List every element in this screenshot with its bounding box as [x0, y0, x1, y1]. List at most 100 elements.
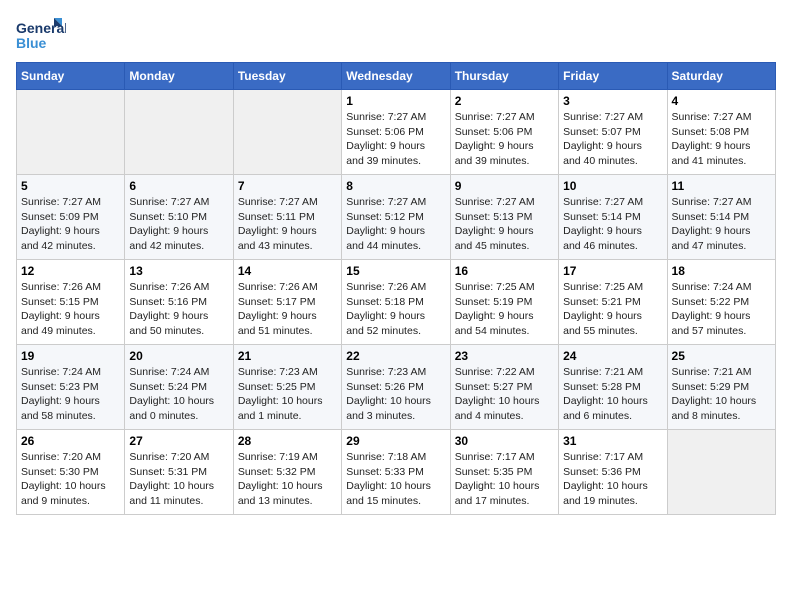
day-info: Sunrise: 7:26 AM Sunset: 5:16 PM Dayligh… — [129, 280, 228, 339]
day-number: 15 — [346, 264, 445, 278]
day-info: Sunrise: 7:23 AM Sunset: 5:26 PM Dayligh… — [346, 365, 445, 424]
calendar-cell: 12Sunrise: 7:26 AM Sunset: 5:15 PM Dayli… — [17, 260, 125, 345]
day-info: Sunrise: 7:25 AM Sunset: 5:19 PM Dayligh… — [455, 280, 554, 339]
calendar-week-5: 26Sunrise: 7:20 AM Sunset: 5:30 PM Dayli… — [17, 430, 776, 515]
calendar-cell: 27 Sunrise: 7:20 AM Sunset: 5:31 PM Dayli… — [125, 430, 233, 515]
day-info: Sunrise: 7:24 AM Sunset: 5:23 PM Dayligh… — [21, 365, 120, 424]
day-info: Sunrise: 7:17 AM Sunset: 5:36 PM Dayligh… — [563, 450, 662, 509]
day-number: 22 — [346, 349, 445, 363]
calendar-cell: 4 Sunrise: 7:27 AM Sunset: 5:08 PM Daylig… — [667, 90, 775, 175]
day-info: Sunrise: 7:26 AM Sunset: 5:17 PM Dayligh… — [238, 280, 337, 339]
day-info: Sunrise: 7:27 AM Sunset: 5:11 PM Dayligh… — [238, 195, 337, 254]
calendar-week-4: 19 Sunrise: 7:24 AM Sunset: 5:23 PM Dayli… — [17, 345, 776, 430]
day-number: 26 — [21, 434, 120, 448]
day-info: Sunrise: 7:24 AM Sunset: 5:22 PM Dayligh… — [672, 280, 771, 339]
calendar-week-1: 1 Sunrise: 7:27 AM Sunset: 5:06 PM Daylig… — [17, 90, 776, 175]
calendar-header-row: SundayMondayTuesdayWednesdayThursdayFrid… — [17, 63, 776, 90]
calendar-cell: 14 Sunrise: 7:26 AM Sunset: 5:17 PM Dayli… — [233, 260, 341, 345]
day-number: 17 — [563, 264, 662, 278]
day-number: 3 — [563, 94, 662, 108]
day-number: 21 — [238, 349, 337, 363]
day-number: 2 — [455, 94, 554, 108]
calendar-cell: 7 Sunrise: 7:27 AM Sunset: 5:11 PM Daylig… — [233, 175, 341, 260]
page-header: GeneralBlue — [16, 16, 776, 52]
column-header-wednesday: Wednesday — [342, 63, 450, 90]
calendar-cell: 16 Sunrise: 7:25 AM Sunset: 5:19 PM Dayli… — [450, 260, 558, 345]
day-number: 16 — [455, 264, 554, 278]
day-info: Sunrise: 7:17 AM Sunset: 5:35 PM Dayligh… — [455, 450, 554, 509]
column-header-sunday: Sunday — [17, 63, 125, 90]
calendar-cell: 28Sunrise: 7:19 AM Sunset: 5:32 PM Dayli… — [233, 430, 341, 515]
calendar-cell: 13Sunrise: 7:26 AM Sunset: 5:16 PM Dayli… — [125, 260, 233, 345]
day-number: 29 — [346, 434, 445, 448]
day-number: 7 — [238, 179, 337, 193]
calendar-cell — [17, 90, 125, 175]
calendar-table: SundayMondayTuesdayWednesdayThursdayFrid… — [16, 62, 776, 515]
day-number: 9 — [455, 179, 554, 193]
day-number: 19 — [21, 349, 120, 363]
day-info: Sunrise: 7:26 AM Sunset: 5:18 PM Dayligh… — [346, 280, 445, 339]
day-number: 24 — [563, 349, 662, 363]
calendar-cell: 6 Sunrise: 7:27 AM Sunset: 5:10 PM Daylig… — [125, 175, 233, 260]
day-number: 11 — [672, 179, 771, 193]
day-info: Sunrise: 7:25 AM Sunset: 5:21 PM Dayligh… — [563, 280, 662, 339]
calendar-cell: 9 Sunrise: 7:27 AM Sunset: 5:13 PM Daylig… — [450, 175, 558, 260]
calendar-cell: 11 Sunrise: 7:27 AM Sunset: 5:14 PM Dayli… — [667, 175, 775, 260]
svg-text:Blue: Blue — [16, 35, 47, 51]
calendar-cell: 8 Sunrise: 7:27 AM Sunset: 5:12 PM Daylig… — [342, 175, 450, 260]
calendar-cell: 25 Sunrise: 7:21 AM Sunset: 5:29 PM Dayli… — [667, 345, 775, 430]
day-number: 20 — [129, 349, 228, 363]
logo: GeneralBlue — [16, 16, 66, 52]
calendar-cell: 23 Sunrise: 7:22 AM Sunset: 5:27 PM Dayli… — [450, 345, 558, 430]
calendar-cell: 1 Sunrise: 7:27 AM Sunset: 5:06 PM Daylig… — [342, 90, 450, 175]
day-info: Sunrise: 7:21 AM Sunset: 5:29 PM Dayligh… — [672, 365, 771, 424]
column-header-friday: Friday — [559, 63, 667, 90]
day-info: Sunrise: 7:27 AM Sunset: 5:06 PM Dayligh… — [346, 110, 445, 169]
calendar-cell: 30 Sunrise: 7:17 AM Sunset: 5:35 PM Dayli… — [450, 430, 558, 515]
calendar-cell: 10Sunrise: 7:27 AM Sunset: 5:14 PM Dayli… — [559, 175, 667, 260]
column-header-thursday: Thursday — [450, 63, 558, 90]
day-info: Sunrise: 7:27 AM Sunset: 5:14 PM Dayligh… — [672, 195, 771, 254]
column-header-saturday: Saturday — [667, 63, 775, 90]
calendar-week-2: 5Sunrise: 7:27 AM Sunset: 5:09 PM Daylig… — [17, 175, 776, 260]
day-number: 8 — [346, 179, 445, 193]
calendar-cell: 22 Sunrise: 7:23 AM Sunset: 5:26 PM Dayli… — [342, 345, 450, 430]
day-info: Sunrise: 7:18 AM Sunset: 5:33 PM Dayligh… — [346, 450, 445, 509]
day-info: Sunrise: 7:22 AM Sunset: 5:27 PM Dayligh… — [455, 365, 554, 424]
day-number: 4 — [672, 94, 771, 108]
calendar-cell: 15 Sunrise: 7:26 AM Sunset: 5:18 PM Dayli… — [342, 260, 450, 345]
calendar-cell: 5Sunrise: 7:27 AM Sunset: 5:09 PM Daylig… — [17, 175, 125, 260]
day-info: Sunrise: 7:27 AM Sunset: 5:07 PM Dayligh… — [563, 110, 662, 169]
day-info: Sunrise: 7:26 AM Sunset: 5:15 PM Dayligh… — [21, 280, 120, 339]
calendar-cell: 18Sunrise: 7:24 AM Sunset: 5:22 PM Dayli… — [667, 260, 775, 345]
calendar-week-3: 12Sunrise: 7:26 AM Sunset: 5:15 PM Dayli… — [17, 260, 776, 345]
day-number: 27 — [129, 434, 228, 448]
logo-svg: GeneralBlue — [16, 16, 66, 52]
day-number: 14 — [238, 264, 337, 278]
calendar-cell — [233, 90, 341, 175]
day-number: 23 — [455, 349, 554, 363]
column-header-monday: Monday — [125, 63, 233, 90]
day-info: Sunrise: 7:20 AM Sunset: 5:31 PM Dayligh… — [129, 450, 228, 509]
calendar-cell: 31 Sunrise: 7:17 AM Sunset: 5:36 PM Dayli… — [559, 430, 667, 515]
day-info: Sunrise: 7:27 AM Sunset: 5:12 PM Dayligh… — [346, 195, 445, 254]
calendar-cell: 2 Sunrise: 7:27 AM Sunset: 5:06 PM Daylig… — [450, 90, 558, 175]
calendar-cell: 3 Sunrise: 7:27 AM Sunset: 5:07 PM Daylig… — [559, 90, 667, 175]
calendar-cell — [667, 430, 775, 515]
day-info: Sunrise: 7:27 AM Sunset: 5:10 PM Dayligh… — [129, 195, 228, 254]
day-info: Sunrise: 7:19 AM Sunset: 5:32 PM Dayligh… — [238, 450, 337, 509]
day-number: 6 — [129, 179, 228, 193]
day-info: Sunrise: 7:27 AM Sunset: 5:06 PM Dayligh… — [455, 110, 554, 169]
day-info: Sunrise: 7:27 AM Sunset: 5:08 PM Dayligh… — [672, 110, 771, 169]
day-number: 10 — [563, 179, 662, 193]
day-number: 25 — [672, 349, 771, 363]
day-number: 1 — [346, 94, 445, 108]
calendar-cell: 21 Sunrise: 7:23 AM Sunset: 5:25 PM Dayli… — [233, 345, 341, 430]
calendar-cell: 19 Sunrise: 7:24 AM Sunset: 5:23 PM Dayli… — [17, 345, 125, 430]
column-header-tuesday: Tuesday — [233, 63, 341, 90]
day-number: 31 — [563, 434, 662, 448]
day-info: Sunrise: 7:23 AM Sunset: 5:25 PM Dayligh… — [238, 365, 337, 424]
calendar-cell: 20Sunrise: 7:24 AM Sunset: 5:24 PM Dayli… — [125, 345, 233, 430]
day-number: 30 — [455, 434, 554, 448]
day-info: Sunrise: 7:27 AM Sunset: 5:13 PM Dayligh… — [455, 195, 554, 254]
